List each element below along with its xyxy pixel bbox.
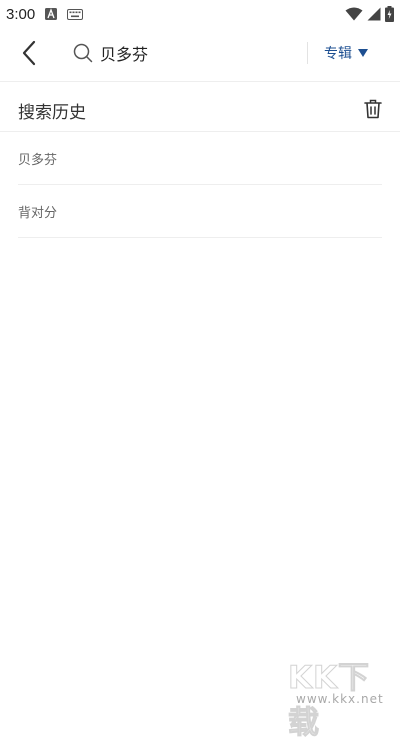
- app-a-icon: [45, 8, 58, 20]
- wifi-icon: [345, 7, 363, 21]
- triangle-down-icon: [358, 49, 368, 57]
- search-header: 专辑: [0, 28, 400, 82]
- search-history-header: 搜索历史: [0, 84, 400, 132]
- status-bar: 3:00: [0, 0, 400, 28]
- signal-icon: [367, 7, 381, 21]
- status-right: [345, 6, 394, 22]
- header-divider: [307, 42, 308, 64]
- history-item[interactable]: 贝多芬: [18, 132, 382, 185]
- trash-icon: [364, 99, 382, 119]
- status-left: 3:00: [6, 5, 84, 23]
- clear-history-button[interactable]: [360, 96, 386, 122]
- status-time: 3:00: [6, 5, 36, 23]
- battery-charging-icon: [385, 6, 394, 22]
- history-item[interactable]: 背对分: [18, 185, 382, 238]
- back-button[interactable]: [14, 38, 44, 68]
- watermark-url: www.kkx.net: [296, 692, 384, 706]
- search-input[interactable]: [100, 43, 290, 63]
- search-box[interactable]: [72, 38, 302, 68]
- search-history-list: 贝多芬 背对分: [18, 132, 382, 238]
- search-history-title: 搜索历史: [18, 103, 86, 123]
- watermark: KK下载 www.kkx.net: [282, 652, 398, 742]
- search-type-dropdown[interactable]: 专辑: [324, 40, 368, 66]
- history-item-label: 背对分: [18, 205, 58, 221]
- history-item-label: 贝多芬: [18, 152, 58, 168]
- keyboard-icon: [67, 8, 84, 20]
- search-icon: [72, 42, 94, 64]
- search-type-label: 专辑: [324, 46, 352, 62]
- chevron-left-icon: [21, 40, 37, 66]
